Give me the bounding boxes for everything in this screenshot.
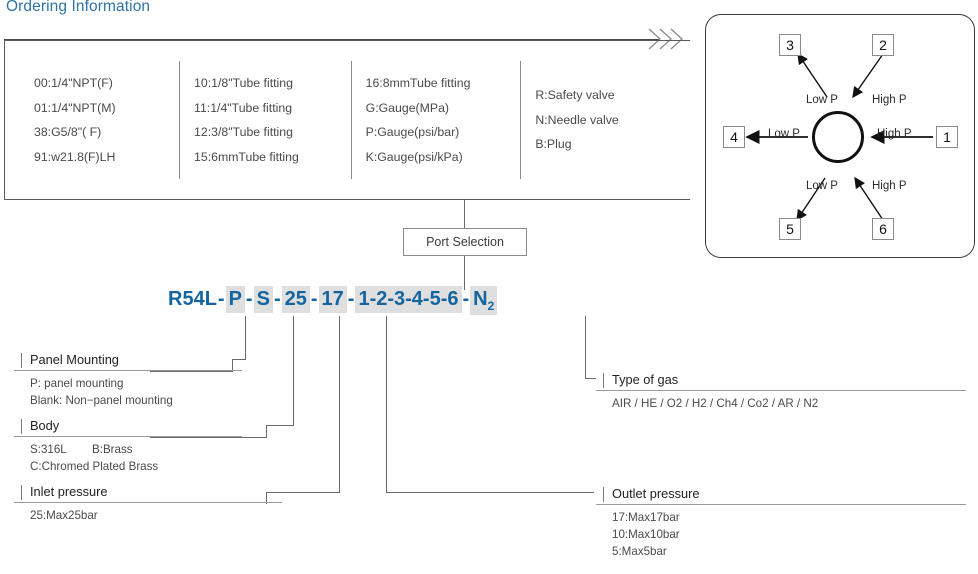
- option-item: 01:1/4"NPT(M): [34, 100, 116, 115]
- callout-line: AIR / HE / O2 / H2 / Ch4 / Co2 / AR / N2: [612, 397, 819, 410]
- option-item: G:Gauge(MPa): [365, 100, 450, 115]
- page-title: Ordering Information: [6, 0, 151, 15]
- callout-line: S:316L B:Brass: [30, 441, 242, 458]
- code-gas-subscript: 2: [487, 299, 495, 313]
- callout-line: 5:Max5bar: [612, 545, 667, 558]
- callout-line-part: S:316L: [30, 443, 67, 456]
- callout-lines: AIR / HE / O2 / H2 / Ch4 / Co2 / AR / N2: [596, 391, 966, 412]
- option-item: 10:1/8"Tube fitting: [194, 76, 293, 90]
- port-box-5: 5: [779, 218, 801, 240]
- callout-lines: 17:Max17bar 10:Max10bar 5:Max5bar: [596, 505, 966, 560]
- port-box-6: 6: [872, 218, 894, 240]
- port-label-4: Low P: [768, 128, 800, 140]
- port-label-2: High P: [872, 94, 907, 106]
- code-dash: -: [245, 288, 253, 310]
- code-dash: -: [273, 288, 281, 310]
- callout-heading: Outlet pressure: [596, 486, 966, 505]
- port-box-3: 3: [779, 34, 801, 56]
- option-item: 11:1/4"Tube fitting: [194, 100, 293, 115]
- callout-line: Blank: Non−panel mounting: [30, 394, 173, 407]
- callout-lines: P: panel mounting Blank: Non−panel mount…: [14, 371, 242, 409]
- port-label-5: Low P: [806, 180, 838, 192]
- option-item: N:Needle valve: [535, 112, 619, 127]
- options-column-connections: 00:1/4"NPT(F) 01:1/4"NPT(M) 38:G5/8"( F)…: [4, 61, 179, 179]
- connector-outlet-h: [386, 492, 594, 493]
- code-gas-symbol: N: [473, 288, 488, 310]
- options-column-gauges: 16:8mmTube fitting G:Gauge(MPa) P:Gauge(…: [350, 61, 521, 179]
- connector-body-v: [293, 316, 294, 425]
- option-item: 16:8mmTube fitting: [365, 76, 471, 90]
- port-label-3: Low P: [806, 94, 838, 106]
- port-arrows: [745, 52, 933, 222]
- connector-body-v2: [266, 425, 267, 437]
- callout-body: Body S:316L B:Brass C:Chromed Plated Bras…: [14, 418, 242, 475]
- connector-gas-v: [585, 316, 586, 378]
- port-selection-box: Port Selection: [403, 228, 527, 256]
- code-outlet-pressure: 17: [318, 286, 347, 313]
- port-label-6: High P: [872, 180, 907, 192]
- connector-outlet-v: [386, 316, 387, 492]
- code-prefix: R54L: [168, 288, 217, 310]
- callout-heading: Type of gas: [596, 372, 966, 391]
- option-item: R:Safety valve: [535, 88, 615, 103]
- option-item: 38:G5/8"( F): [34, 125, 102, 139]
- option-item: 12:3/8"Tube fitting: [194, 125, 293, 139]
- code-dash: -: [217, 288, 225, 310]
- connector-panel-v: [245, 316, 246, 359]
- code-panel-mounting: P: [225, 286, 245, 313]
- option-item: 91:w21.8(F)LH: [34, 149, 116, 164]
- options-grid: 00:1/4"NPT(F) 01:1/4"NPT(M) 38:G5/8"( F)…: [4, 40, 690, 200]
- code-body: S: [253, 286, 273, 313]
- code-ports: 1-2-3-4-5-6: [355, 286, 462, 313]
- option-item: K:Gauge(psi/kPa): [365, 149, 463, 164]
- connector-inlet-v: [339, 316, 340, 492]
- option-item: P:Gauge(psi/bar): [365, 125, 460, 139]
- options-column-valves: R:Safety valve N:Needle valve B:Plug: [520, 61, 690, 179]
- port-box-4: 4: [723, 126, 745, 148]
- code-dash: -: [310, 288, 318, 310]
- callout-line-part: B:Brass: [92, 443, 133, 456]
- callout-line: P: panel mounting: [30, 377, 124, 390]
- port-box-2: 2: [872, 34, 894, 56]
- code-dash: -: [462, 288, 470, 310]
- code-dash: -: [347, 288, 355, 310]
- callout-lines: S:316L B:Brass C:Chromed Plated Brass: [14, 437, 242, 475]
- model-code: R54L- P - S -25-17-1-2-3-4-5-6- N2: [168, 286, 498, 315]
- callout-line: 10:Max10bar: [612, 528, 680, 541]
- callout-heading: Body: [14, 418, 242, 437]
- port-selection-drop-line: [464, 256, 465, 290]
- port-selection-stem: [464, 200, 465, 228]
- connector-gas-h: [585, 378, 596, 379]
- callout-lines: 25:Max25bar: [14, 503, 282, 524]
- callout-line: 25:Max25bar: [30, 509, 98, 522]
- connector-body-h: [266, 425, 294, 426]
- callout-type-of-gas: Type of gas AIR / HE / O2 / H2 / Ch4 / C…: [596, 372, 966, 412]
- port-box-1: 1: [936, 126, 958, 148]
- option-item: B:Plug: [535, 137, 572, 152]
- code-inlet-pressure: 25: [281, 286, 310, 313]
- callout-inlet-pressure: Inlet pressure 25:Max25bar: [14, 484, 282, 524]
- callout-line: 17:Max17bar: [612, 511, 680, 524]
- options-column-tube-fittings: 10:1/8"Tube fitting 11:1/4"Tube fitting …: [179, 61, 351, 179]
- callout-heading: Panel Mounting: [14, 352, 242, 371]
- code-gas: N2: [470, 286, 498, 315]
- port-label-1: High P: [877, 128, 912, 140]
- option-item: 15:6mmTube fitting: [194, 149, 299, 164]
- callout-line: C:Chromed Plated Brass: [30, 460, 159, 473]
- callout-heading: Inlet pressure: [14, 484, 282, 503]
- option-item: 00:1/4"NPT(F): [34, 76, 113, 90]
- callout-outlet-pressure: Outlet pressure 17:Max17bar 10:Max10bar …: [596, 486, 966, 560]
- ordering-information-diagram: Ordering Information 00:1/4"NPT(F) 01:1/…: [0, 0, 978, 574]
- callout-panel-mounting: Panel Mounting P: panel mounting Blank: …: [14, 352, 242, 409]
